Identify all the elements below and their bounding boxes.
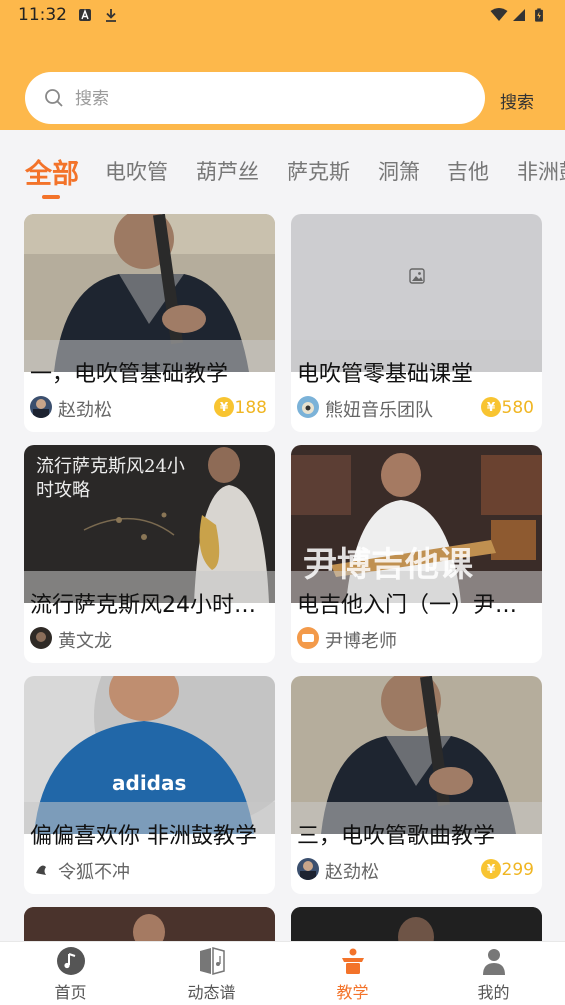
- tab-all[interactable]: 全部: [25, 152, 79, 191]
- tab-dongxiao[interactable]: 洞箫: [378, 156, 420, 186]
- course-title: 三，电吹管歌曲教学: [297, 824, 496, 849]
- nav-profile[interactable]: 我的: [423, 942, 564, 1005]
- nav-label: 教学: [336, 983, 369, 1002]
- sheet-music-icon: [200, 947, 225, 975]
- search-field[interactable]: [25, 72, 485, 124]
- course-title: 一，电吹管基础教学: [30, 362, 229, 387]
- category-tabs: 全部 电吹管 葫芦丝 萨克斯 洞箫 吉他 非洲鼓: [0, 130, 565, 202]
- avatar: [30, 858, 52, 880]
- tab-saxophone[interactable]: 萨克斯: [287, 156, 350, 186]
- search-input[interactable]: [73, 82, 457, 116]
- course-card[interactable]: 电吹管零基础课堂 熊妞音乐团队 ¥ 580: [291, 214, 542, 432]
- course-price: 188: [234, 398, 267, 418]
- course-card[interactable]: 一，电吹管基础教学 赵劲松 ¥ 188: [24, 214, 275, 432]
- course-thumbnail: [24, 214, 275, 372]
- course-thumbnail: [291, 214, 542, 372]
- active-tab-indicator: [42, 195, 60, 199]
- coin-icon: ¥: [214, 397, 234, 417]
- author-name: 令狐不冲: [58, 862, 130, 883]
- course-title: 流行萨克斯风24小时攻略: [30, 593, 270, 618]
- course-price: 299: [501, 860, 534, 880]
- nav-label: 我的: [477, 983, 510, 1002]
- wifi-icon: [490, 8, 508, 21]
- tab-hulusi[interactable]: 葫芦丝: [196, 156, 259, 186]
- avatar: [297, 627, 319, 649]
- avatar: [30, 396, 52, 418]
- course-card[interactable]: 尹博吉他课 电吉他入门（一）尹博吉他课 尹博老师: [291, 445, 542, 663]
- author-name: 赵劲松: [58, 400, 112, 421]
- nav-teaching[interactable]: 教学: [282, 942, 423, 1005]
- course-title: 电吹管零基础课堂: [297, 362, 474, 387]
- music-note-icon: [57, 947, 85, 975]
- coin-icon: ¥: [481, 859, 501, 879]
- course-card[interactable]: adidas 偏偏喜欢你 非洲鼓教学 令狐不冲: [24, 676, 275, 894]
- course-thumbnail: [291, 676, 542, 834]
- course-card[interactable]: 流行萨克斯风24小时攻略 流行萨克斯风24小时攻略 黄文龙: [24, 445, 275, 663]
- author-name: 黄文龙: [58, 631, 112, 652]
- course-title: 偏偏喜欢你 非洲鼓教学: [30, 824, 257, 849]
- coin-icon: ¥: [481, 397, 501, 417]
- search-button[interactable]: 搜索: [500, 88, 534, 113]
- bottom-navigation: 首页 动态谱 教学 我的: [0, 941, 565, 1005]
- avatar: [297, 858, 319, 880]
- course-card[interactable]: 三，电吹管歌曲教学 赵劲松 ¥ 299: [291, 676, 542, 894]
- nav-dynamic-score[interactable]: 动态谱: [141, 942, 282, 1005]
- nav-home[interactable]: 首页: [0, 942, 141, 1005]
- thumbnail-caption: 尹博吉他课: [303, 545, 473, 585]
- course-thumbnail: [24, 676, 275, 834]
- course-title: 电吉他入门（一）尹博吉他课: [297, 593, 537, 618]
- search-icon: [45, 89, 63, 107]
- battery-icon: [535, 8, 543, 22]
- lectern-icon: [342, 948, 364, 974]
- tab-guitar[interactable]: 吉他: [447, 156, 489, 186]
- header-bar: 11:32 搜索: [0, 0, 565, 130]
- tab-djembe[interactable]: 非洲鼓: [517, 156, 565, 186]
- avatar: [30, 627, 52, 649]
- thumbnail-caption: 流行萨克斯风24小时攻略: [36, 456, 185, 501]
- nav-label: 首页: [54, 983, 87, 1002]
- status-time: 11:32: [18, 5, 67, 25]
- avatar: [297, 396, 319, 418]
- course-price: 580: [501, 398, 534, 418]
- thumbnail-caption: adidas: [112, 771, 187, 795]
- download-icon: [106, 9, 116, 22]
- person-icon: [483, 949, 505, 975]
- status-bar: 11:32: [0, 0, 565, 32]
- author-name: 熊妞音乐团队: [325, 400, 433, 421]
- author-name: 尹博老师: [325, 631, 397, 652]
- app-notification-icon: [79, 9, 91, 21]
- author-name: 赵劲松: [325, 862, 379, 883]
- nav-label: 动态谱: [187, 983, 236, 1002]
- tab-electric-wind[interactable]: 电吹管: [105, 156, 168, 186]
- cell-signal-icon: [513, 9, 525, 21]
